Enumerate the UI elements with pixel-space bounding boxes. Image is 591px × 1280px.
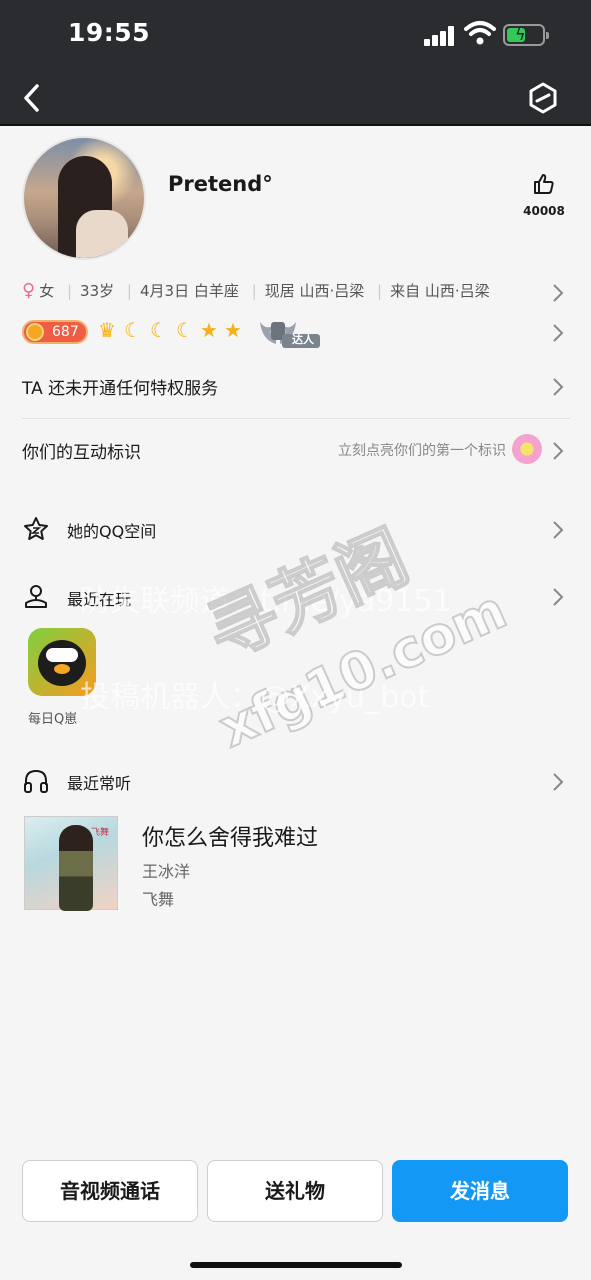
song-title[interactable]: 你怎么舍得我难过 [142, 820, 318, 852]
nav-bar [0, 68, 591, 126]
recent-music-row[interactable]: 最近常听 [22, 766, 570, 796]
battery-icon: ϟ [503, 24, 549, 46]
game-name: 每日Q崽 [28, 712, 78, 727]
home-indicator[interactable] [190, 1262, 402, 1268]
settings-hexagon-icon[interactable] [522, 77, 564, 119]
chevron-right-icon [553, 324, 564, 342]
flower-mark-icon [512, 434, 542, 464]
chevron-right-icon [553, 773, 564, 791]
talent-badge[interactable]: 达人 [256, 316, 322, 348]
residence: 现居 山西·吕梁 [264, 282, 365, 300]
qzone-label: 她的QQ空间 [67, 522, 157, 541]
vip-badge: 687 [22, 320, 88, 344]
recent-music-label: 最近常听 [67, 774, 132, 793]
song-album: 飞舞 [142, 890, 175, 909]
album-cover[interactable]: 飞舞 [24, 816, 118, 911]
message-button[interactable]: 发消息 [392, 1160, 568, 1222]
coin-icon [26, 323, 44, 341]
profile-info-row[interactable]: ♀ 女 | 33岁 | 4月3日 白羊座 | 现居 山西·吕梁 | 来自 山西·吕梁 [22, 280, 570, 306]
crown-icon: ♛ [98, 318, 116, 342]
star-outline-icon [24, 517, 48, 540]
hometown: 来自 山西·吕梁 [390, 282, 490, 300]
divider [22, 418, 570, 419]
interaction-mark-row[interactable]: 你们的互动标识 立刻点亮你们的第一个标识 [22, 434, 570, 466]
interaction-hint: 立刻点亮你们的第一个标识 [338, 443, 506, 459]
nickname: Pretend° [168, 172, 273, 196]
vip-level: 687 [52, 324, 79, 340]
birthday: 4月3日 白羊座 [139, 282, 239, 300]
back-icon[interactable] [14, 78, 54, 118]
star-icon: ★ [200, 318, 218, 342]
gender: 女 [39, 282, 55, 300]
chevron-right-icon [553, 378, 564, 396]
talent-badge-label: 达人 [292, 333, 314, 346]
chevron-right-icon [553, 588, 564, 606]
cellular-signal-icon [424, 26, 456, 46]
chevron-right-icon [553, 442, 564, 460]
like-button[interactable]: 40008 [520, 172, 568, 222]
female-icon: ♀ [22, 280, 36, 301]
chevron-right-icon [553, 284, 564, 302]
moon-icon: ☾ [150, 318, 168, 342]
gift-button[interactable]: 送礼物 [207, 1160, 383, 1222]
level-row[interactable]: 687 ♛ ☾ ☾ ☾ ★ ★ 达人 [22, 316, 570, 350]
headphones-icon [24, 769, 48, 793]
chevron-right-icon [553, 521, 564, 539]
age: 33岁 [80, 282, 115, 300]
status-bar: 19:55 ϟ [0, 0, 591, 68]
interaction-title: 你们的互动标识 [22, 443, 141, 463]
like-count: 40008 [523, 204, 565, 218]
thumbs-up-icon [534, 174, 554, 194]
star-icon: ★ [224, 318, 242, 342]
album-cover-title: 飞舞 [91, 828, 110, 838]
song-artist: 王冰洋 [142, 862, 191, 881]
watermark-bot: 投稿机器人：@Xxyu_bot [80, 680, 430, 715]
joystick-icon [25, 585, 47, 608]
call-button[interactable]: 音视频通话 [22, 1160, 198, 1222]
wifi-icon [464, 21, 496, 45]
privilege-row[interactable]: TA 还未开通任何特权服务 [22, 372, 570, 402]
moon-icon: ☾ [176, 318, 194, 342]
avatar[interactable] [22, 136, 146, 260]
privilege-text: TA 还未开通任何特权服务 [22, 379, 219, 399]
status-time: 19:55 [68, 18, 151, 47]
moon-icon: ☾ [124, 318, 142, 342]
